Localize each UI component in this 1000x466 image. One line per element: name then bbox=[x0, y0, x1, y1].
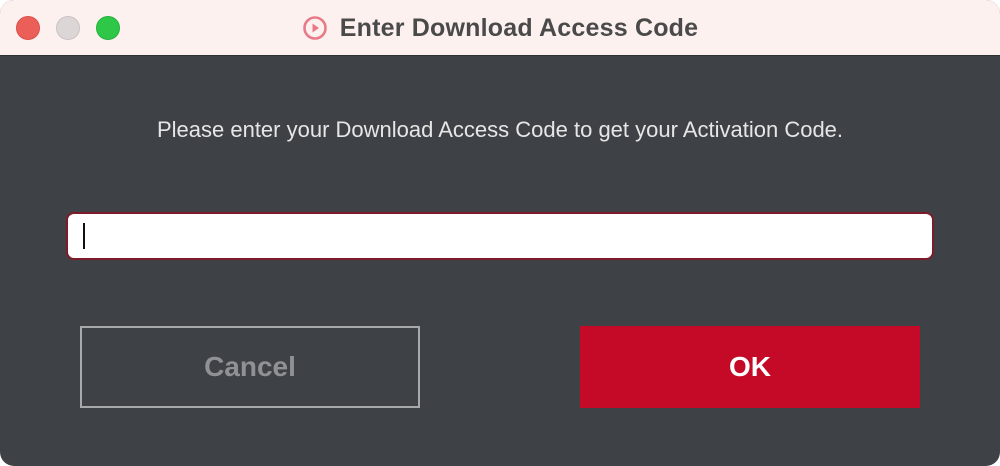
window-title-group: Enter Download Access Code bbox=[0, 0, 1000, 56]
title-bar[interactable]: Enter Download Access Code bbox=[0, 0, 1000, 56]
ok-button[interactable]: OK bbox=[580, 326, 920, 408]
play-circle-icon bbox=[302, 15, 328, 41]
window-title: Enter Download Access Code bbox=[339, 13, 699, 42]
cancel-button[interactable]: Cancel bbox=[80, 326, 420, 408]
access-code-window: Enter Download Access Code Please enter … bbox=[0, 0, 1000, 466]
text-caret bbox=[83, 223, 85, 249]
access-code-input[interactable] bbox=[66, 212, 934, 260]
instruction-text: Please enter your Download Access Code t… bbox=[156, 117, 844, 142]
